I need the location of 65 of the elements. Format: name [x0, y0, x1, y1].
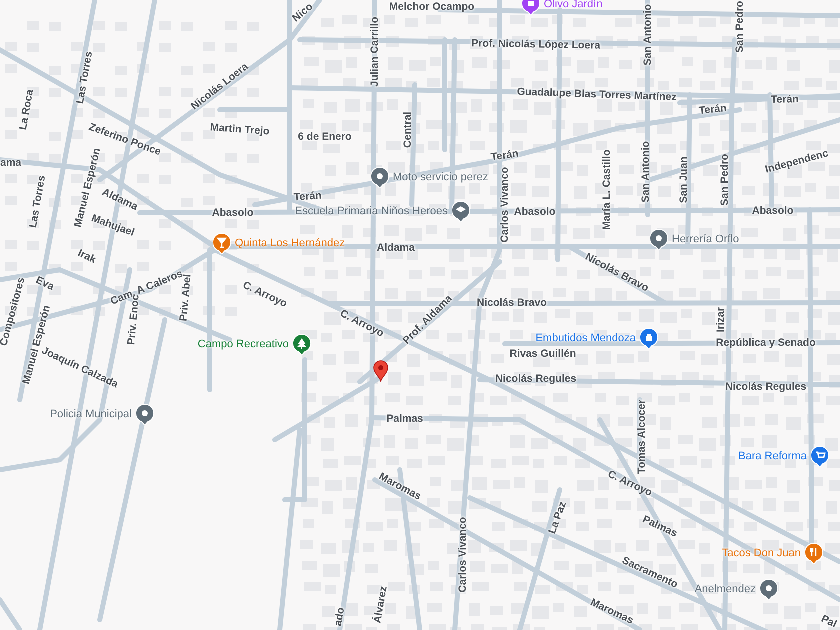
street-label: Nicolás Bravo: [476, 298, 548, 308]
street-label: Las Torres: [75, 51, 95, 105]
street-label: ama: [0, 158, 22, 168]
place-label[interactable]: Policia Municipal: [50, 408, 132, 422]
shopping-pin-icon[interactable]: [522, 0, 540, 16]
street-label: Nico: [290, 2, 316, 24]
street-label: Aldama: [377, 242, 415, 254]
street-label: Terán: [490, 148, 520, 164]
street-label: Terán: [294, 190, 322, 204]
school-pin-icon[interactable]: [452, 202, 470, 222]
street-label: 6 de Enero: [298, 132, 352, 142]
street-label: Irizar: [716, 307, 726, 333]
bar-pin-icon[interactable]: [213, 234, 231, 254]
place-pin-icon[interactable]: [371, 168, 389, 188]
street-label: Eva: [34, 275, 56, 293]
shop-pin-icon[interactable]: [640, 328, 658, 350]
street-label: Tomas Alcocer: [636, 400, 648, 474]
location-pin-icon[interactable]: [374, 360, 388, 382]
street-label: Prof. Nicolás López Loera: [471, 38, 601, 52]
place-label[interactable]: Tacos Don Juan: [722, 548, 801, 560]
street-label: San Juan: [678, 156, 690, 204]
street-label: Guadalupe Blas Torres Martínez: [517, 86, 677, 104]
street-label: Abasolo: [752, 206, 794, 216]
street-label: República y Senado: [716, 338, 816, 348]
place-label[interactable]: Embutidos Mendoza: [536, 332, 636, 346]
street-label: San Pedro: [734, 1, 746, 53]
street-label: Nicolás Regules: [725, 382, 807, 392]
street-label: Las Torres: [28, 175, 48, 229]
park-pin-icon[interactable]: [293, 334, 311, 356]
street-label: Nicolás Regules: [495, 374, 577, 384]
place-label[interactable]: Campo Recreativo: [198, 338, 289, 352]
street-label: Abasolo: [212, 208, 254, 218]
place-label[interactable]: Moto servicio perez: [393, 172, 488, 184]
place-pin-icon[interactable]: [760, 580, 778, 600]
street-label: Terán: [698, 103, 728, 117]
street-label: Central: [402, 112, 414, 148]
place-label[interactable]: Herrería Orflo: [672, 234, 740, 246]
street-label: Rivas Guillén: [510, 348, 576, 360]
street-label: Irak: [76, 248, 98, 266]
place-pin-icon[interactable]: [650, 230, 668, 250]
street-label: San Pedro: [720, 154, 730, 206]
street-label: Carlos Vivanco: [500, 167, 510, 243]
place-label[interactable]: Quinta Los Hernández: [235, 238, 346, 250]
place-label[interactable]: Escuela Primaria Niños Heroes: [295, 206, 448, 218]
street-label: Pal: [820, 614, 838, 630]
street-label: San Antonio: [642, 4, 654, 66]
street-label: María L. Castillo: [602, 150, 612, 230]
cart-pin-icon[interactable]: [811, 446, 829, 468]
food-pin-icon[interactable]: [805, 544, 823, 564]
street-label: ado: [333, 606, 347, 628]
street-label: Palmas: [386, 414, 424, 424]
place-label[interactable]: Olivo Jardín: [544, 0, 603, 12]
street-label: Carlos Vivanco: [458, 517, 468, 593]
place-label[interactable]: Bara Reforma: [738, 450, 807, 464]
street-label: La Paz: [547, 500, 569, 536]
street-label: Álvarez: [372, 586, 390, 624]
street-label: Martin Trejo: [210, 122, 270, 138]
street-label: Julian Carrillo: [370, 16, 380, 88]
place-label[interactable]: Anelmendez: [694, 584, 756, 596]
street-label: San Antonio: [640, 141, 652, 203]
place-pin-icon[interactable]: [136, 404, 154, 426]
street-label: Melchor Ocampo: [389, 2, 475, 12]
street-label: La Roca: [18, 88, 36, 132]
street-label: Terán: [771, 94, 799, 106]
street-label: Abasolo: [514, 206, 556, 218]
